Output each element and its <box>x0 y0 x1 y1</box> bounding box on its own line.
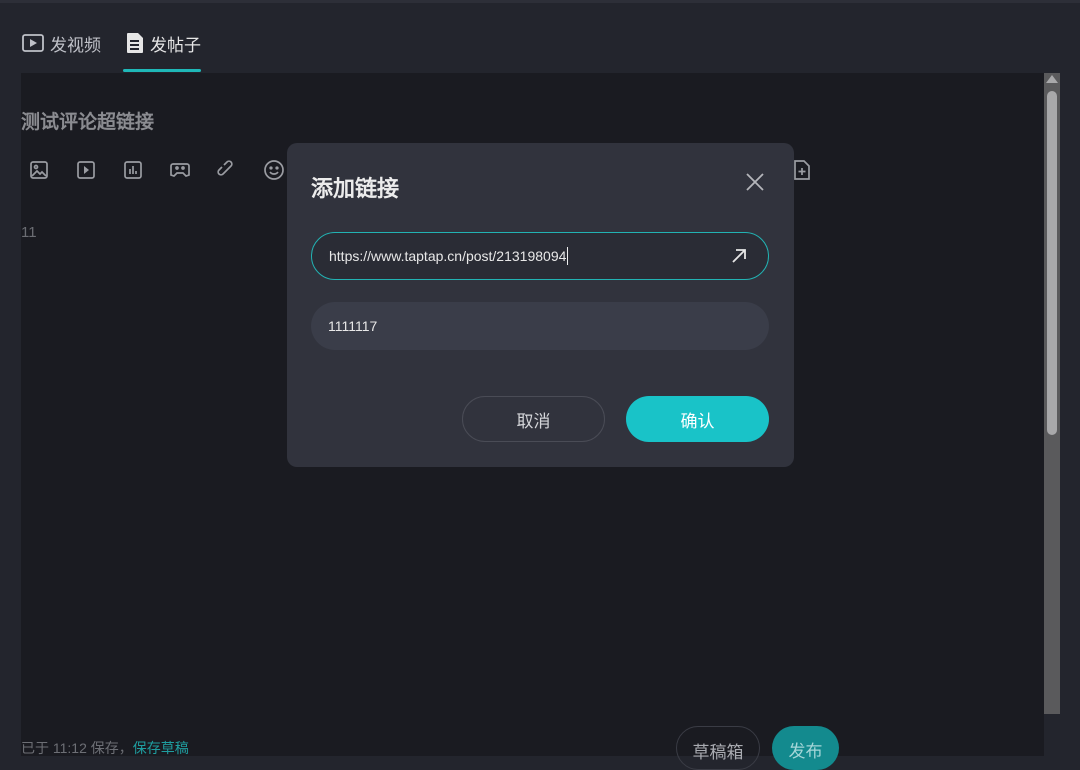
post-body[interactable]: 11 <box>21 224 37 241</box>
video-icon[interactable] <box>75 159 97 181</box>
close-icon[interactable] <box>744 171 766 193</box>
gamepad-icon[interactable] <box>169 159 191 181</box>
link-text-input[interactable]: 1111117 <box>311 302 769 350</box>
save-status: 已于 11:12 保存，保存草稿 <box>21 738 189 758</box>
open-link-arrow-icon[interactable] <box>730 247 748 265</box>
tab-video[interactable]: 发视频 <box>22 30 101 56</box>
chart-icon[interactable] <box>122 159 144 181</box>
scrollbar-thumb[interactable] <box>1047 91 1057 435</box>
top-border <box>0 0 1080 3</box>
play-square-icon <box>22 34 44 52</box>
link-icon[interactable] <box>216 159 238 181</box>
add-link-dialog: 添加链接 https://www.taptap.cn/post/21319809… <box>287 143 794 467</box>
confirm-button[interactable]: 确认 <box>626 396 769 442</box>
saved-text: 已于 11:12 保存， <box>21 740 133 756</box>
link-text-value: 1111117 <box>328 318 378 334</box>
cancel-button[interactable]: 取消 <box>462 396 605 442</box>
tab-video-label: 发视频 <box>50 35 101 55</box>
scroll-up-arrow-icon[interactable] <box>1046 75 1058 83</box>
drafts-button[interactable]: 草稿箱 <box>676 726 760 770</box>
image-icon[interactable] <box>28 159 50 181</box>
tab-post-label: 发帖子 <box>150 35 201 55</box>
document-icon <box>127 33 143 53</box>
save-draft-link[interactable]: 保存草稿 <box>133 740 189 756</box>
emoji-icon[interactable] <box>263 159 285 181</box>
publish-button[interactable]: 发布 <box>772 726 839 770</box>
url-input-value: https://www.taptap.cn/post/213198094 <box>329 248 567 264</box>
url-input[interactable]: https://www.taptap.cn/post/213198094 <box>311 232 769 280</box>
file-plus-icon[interactable] <box>791 159 813 181</box>
tab-post[interactable]: 发帖子 <box>126 30 201 56</box>
active-tab-indicator <box>123 69 201 72</box>
dialog-title: 添加链接 <box>311 176 400 201</box>
post-title[interactable]: 测试评论超链接 <box>21 107 154 134</box>
text-caret <box>567 247 569 265</box>
